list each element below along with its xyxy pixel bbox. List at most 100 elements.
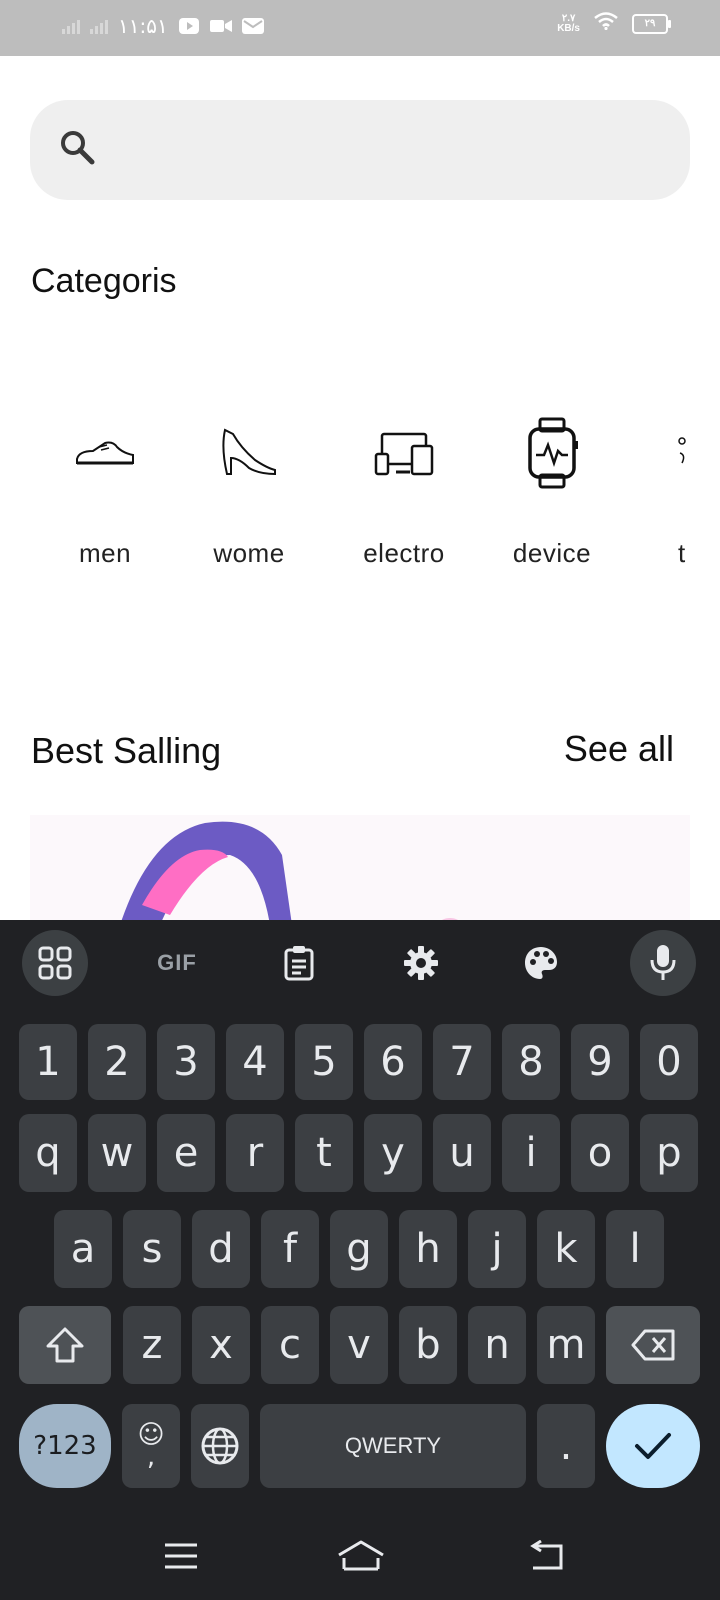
key-n[interactable]: n bbox=[468, 1306, 526, 1384]
key-b[interactable]: b bbox=[399, 1306, 457, 1384]
period-key[interactable]: . bbox=[537, 1404, 595, 1488]
category-item-electro[interactable]: electro bbox=[339, 400, 469, 569]
theme-button[interactable] bbox=[508, 930, 574, 996]
gif-button[interactable]: GIF bbox=[144, 930, 210, 996]
smartwatch-icon bbox=[517, 417, 587, 489]
key-j[interactable]: j bbox=[468, 1210, 526, 1288]
settings-button[interactable] bbox=[388, 930, 454, 996]
key-v[interactable]: v bbox=[330, 1306, 388, 1384]
backspace-icon bbox=[631, 1329, 675, 1361]
key-x[interactable]: x bbox=[192, 1306, 250, 1384]
category-label: men bbox=[78, 538, 132, 568]
product-image bbox=[121, 821, 458, 920]
microphone-icon bbox=[650, 945, 676, 980]
network-speed-unit: KB/s bbox=[557, 22, 580, 34]
battery-icon: ۲۹ bbox=[632, 13, 671, 34]
key-z[interactable]: z bbox=[123, 1306, 181, 1384]
signal-icon bbox=[90, 18, 108, 34]
keyboard-toolbar: GIF bbox=[0, 920, 720, 1008]
comma-label: , bbox=[146, 1442, 156, 1472]
shift-key[interactable] bbox=[19, 1306, 111, 1384]
devices-icon bbox=[369, 418, 439, 488]
category-item-device[interactable]: device bbox=[487, 400, 617, 569]
key-2[interactable]: 2 bbox=[88, 1024, 146, 1100]
key-7[interactable]: 7 bbox=[433, 1024, 491, 1100]
shift-icon bbox=[46, 1327, 84, 1363]
clock: ۱۱:۵۱ bbox=[118, 14, 168, 38]
symbols-key[interactable]: ?123 bbox=[19, 1404, 111, 1488]
key-s[interactable]: s bbox=[123, 1210, 181, 1288]
key-5[interactable]: 5 bbox=[295, 1024, 353, 1100]
product-card[interactable] bbox=[30, 815, 690, 920]
category-label: electro bbox=[363, 538, 445, 568]
network-speed-value: ۲.۷ bbox=[561, 12, 576, 24]
key-d[interactable]: d bbox=[192, 1210, 250, 1288]
backspace-key[interactable] bbox=[606, 1306, 700, 1384]
key-f[interactable]: f bbox=[261, 1210, 319, 1288]
key-g[interactable]: g bbox=[330, 1210, 388, 1288]
key-8[interactable]: 8 bbox=[502, 1024, 560, 1100]
wifi-icon bbox=[594, 12, 618, 35]
category-label: device bbox=[512, 538, 592, 568]
recent-apps-button[interactable] bbox=[146, 1526, 216, 1586]
gear-icon bbox=[404, 946, 438, 980]
voice-input-button[interactable] bbox=[630, 930, 696, 996]
key-o[interactable]: o bbox=[571, 1114, 629, 1192]
key-m[interactable]: m bbox=[537, 1306, 595, 1384]
key-a[interactable]: a bbox=[54, 1210, 112, 1288]
key-4[interactable]: 4 bbox=[226, 1024, 284, 1100]
search-input[interactable] bbox=[120, 120, 664, 182]
clipboard-button[interactable] bbox=[266, 930, 332, 996]
see-all-link[interactable]: See all bbox=[564, 728, 674, 770]
signal-icon bbox=[62, 18, 80, 34]
youtube-icon bbox=[178, 17, 200, 35]
key-t[interactable]: t bbox=[295, 1114, 353, 1192]
key-3[interactable]: 3 bbox=[157, 1024, 215, 1100]
best-selling-title: Best Salling bbox=[31, 730, 222, 771]
category-item-partial[interactable]: t bbox=[634, 400, 690, 569]
menu-icon bbox=[165, 1543, 197, 1569]
status-bar: ۱۱:۵۱ ۲.۷ KB/s ۲۹ bbox=[0, 0, 720, 56]
home-icon bbox=[338, 1540, 384, 1571]
key-p[interactable]: p bbox=[640, 1114, 698, 1192]
key-r[interactable]: r bbox=[226, 1114, 284, 1192]
search-bar[interactable] bbox=[30, 100, 690, 200]
apps-grid-button[interactable] bbox=[22, 930, 88, 996]
category-item-women[interactable]: wome bbox=[184, 400, 314, 569]
video-camera-icon bbox=[209, 17, 232, 35]
key-h[interactable]: h bbox=[399, 1210, 457, 1288]
back-button[interactable] bbox=[512, 1526, 582, 1586]
key-e[interactable]: e bbox=[157, 1114, 215, 1192]
key-9[interactable]: 9 bbox=[571, 1024, 629, 1100]
key-u[interactable]: u bbox=[433, 1114, 491, 1192]
language-key[interactable] bbox=[191, 1404, 249, 1488]
category-label: wome bbox=[213, 538, 285, 568]
key-l[interactable]: l bbox=[606, 1210, 664, 1288]
key-w[interactable]: w bbox=[88, 1114, 146, 1192]
emoji-comma-key[interactable]: ☺ , bbox=[122, 1404, 180, 1488]
status-right: ۲.۷ KB/s ۲۹ bbox=[557, 12, 671, 35]
item-icon bbox=[674, 418, 690, 488]
key-0[interactable]: 0 bbox=[640, 1024, 698, 1100]
shoe-icon bbox=[70, 418, 140, 488]
key-y[interactable]: y bbox=[364, 1114, 422, 1192]
checkmark-icon bbox=[635, 1433, 671, 1459]
enter-key[interactable] bbox=[606, 1404, 700, 1488]
high-heel-icon bbox=[214, 418, 284, 488]
mail-icon bbox=[241, 17, 264, 35]
space-key[interactable]: QWERTY bbox=[260, 1404, 526, 1488]
clipboard-icon bbox=[284, 946, 314, 981]
key-q[interactable]: q bbox=[19, 1114, 77, 1192]
back-icon bbox=[530, 1540, 563, 1570]
category-label: t bbox=[678, 538, 686, 568]
key-c[interactable]: c bbox=[261, 1306, 319, 1384]
search-icon bbox=[61, 131, 95, 165]
home-button[interactable] bbox=[326, 1526, 396, 1586]
key-1[interactable]: 1 bbox=[19, 1024, 77, 1100]
key-i[interactable]: i bbox=[502, 1114, 560, 1192]
category-item-men[interactable]: men bbox=[40, 400, 170, 569]
key-k[interactable]: k bbox=[537, 1210, 595, 1288]
gif-label: GIF bbox=[157, 950, 197, 975]
key-6[interactable]: 6 bbox=[364, 1024, 422, 1100]
categories-list: men wome electro device t bbox=[0, 400, 690, 620]
